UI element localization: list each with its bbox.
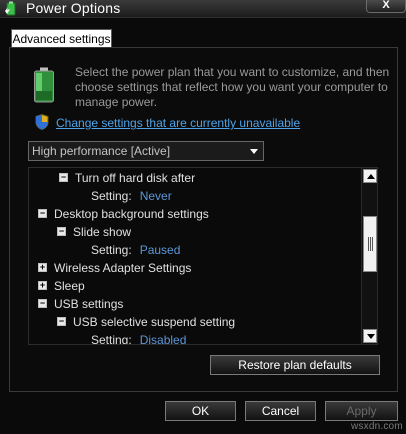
ok-button[interactable]: OK <box>165 401 236 421</box>
tree-item-label: Wireless Adapter Settings <box>54 261 192 275</box>
setting-value[interactable]: Disabled <box>140 333 187 344</box>
power-options-icon <box>5 1 16 16</box>
collapse-icon[interactable]: − <box>57 227 66 236</box>
tree-setting-slide-show[interactable]: Setting: Paused <box>91 241 180 259</box>
arrow-down-icon <box>367 334 375 339</box>
shield-icon <box>35 114 49 130</box>
setting-label: Setting: <box>91 333 132 345</box>
setting-label: Setting: <box>91 189 132 203</box>
battery-icon <box>34 67 54 103</box>
cancel-button[interactable]: Cancel <box>245 401 316 421</box>
collapse-icon[interactable]: − <box>38 209 47 218</box>
intro-text: Select the power plan that you want to c… <box>75 65 390 109</box>
setting-label: Setting: <box>91 243 132 257</box>
restore-defaults-button[interactable]: Restore plan defaults <box>210 355 380 375</box>
grip-icon <box>368 237 373 251</box>
tree-item-label: USB settings <box>54 297 124 311</box>
scroll-thumb[interactable] <box>363 216 377 272</box>
watermark: wsxdn.com <box>351 421 403 432</box>
tree-item-label: Sleep <box>54 279 85 293</box>
tree-setting-hard-disk[interactable]: Setting: Never <box>91 187 172 205</box>
close-button[interactable]: X <box>366 0 406 13</box>
expand-icon[interactable]: + <box>38 263 47 272</box>
setting-value[interactable]: Paused <box>140 243 181 257</box>
collapse-icon[interactable]: − <box>59 173 68 182</box>
scroll-down-button[interactable] <box>363 329 377 343</box>
scroll-up-button[interactable] <box>363 169 377 183</box>
change-settings-link[interactable]: Change settings that are currently unava… <box>56 116 300 130</box>
collapse-icon[interactable]: − <box>57 317 66 326</box>
tab-advanced-settings[interactable]: Advanced settings <box>11 29 112 48</box>
arrow-up-icon <box>367 174 375 179</box>
tree-item-label: USB selective suspend setting <box>73 315 236 329</box>
collapse-icon[interactable]: − <box>38 299 47 308</box>
expand-icon[interactable]: + <box>38 281 47 290</box>
tree-scrollbar[interactable] <box>361 168 377 344</box>
title-bar: Power Options X <box>0 0 406 18</box>
chevron-down-icon <box>250 149 258 154</box>
apply-button[interactable]: Apply <box>325 401 398 421</box>
tree-item-label: Turn off hard disk after <box>75 171 196 185</box>
tree-item-label: Desktop background settings <box>54 207 209 221</box>
tree-item-label: Slide show <box>73 225 132 239</box>
power-plan-value: High performance [Active] <box>32 144 171 158</box>
window-title: Power Options <box>26 0 121 16</box>
setting-value[interactable]: Never <box>140 189 172 203</box>
power-plan-select[interactable]: High performance [Active] <box>28 141 264 161</box>
settings-tree: − Turn off hard disk after Setting: Never… <box>28 167 378 345</box>
tree-setting-usb-suspend[interactable]: Setting: Disabled <box>91 331 187 345</box>
